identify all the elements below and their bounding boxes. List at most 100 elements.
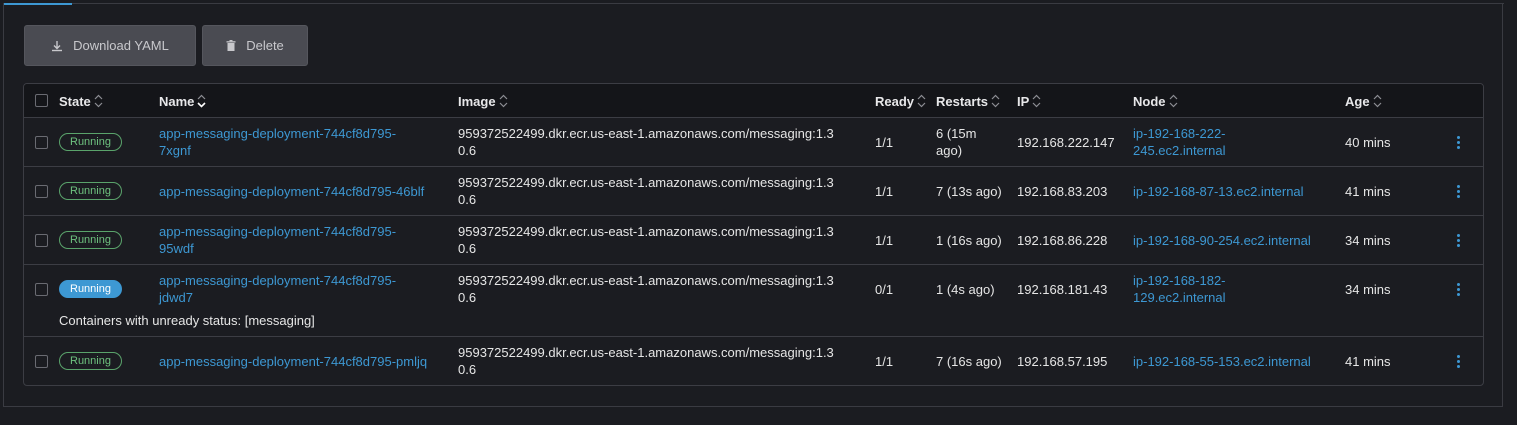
ready-cell: 0/1 <box>875 282 894 297</box>
download-yaml-button[interactable]: Download YAML <box>24 25 196 66</box>
column-age-label: Age <box>1345 93 1370 109</box>
table-row[interactable]: Running app-messaging-deployment-744cf8d… <box>24 167 1483 216</box>
ip-cell: 192.168.86.228 <box>1017 233 1108 248</box>
download-icon <box>51 40 63 52</box>
sort-icon <box>499 94 508 108</box>
table-row[interactable]: Running app-messaging-deployment-744cf8d… <box>24 118 1483 167</box>
kebab-menu-icon[interactable] <box>1457 185 1461 200</box>
kebab-menu-icon[interactable] <box>1457 283 1461 298</box>
active-tab-indicator[interactable] <box>4 3 72 5</box>
ip-cell: 192.168.57.195 <box>1017 354 1108 369</box>
column-header-image[interactable]: Image <box>458 84 508 118</box>
ip-cell: 192.168.222.147 <box>1017 135 1115 150</box>
pod-name-link[interactable]: app-messaging-deployment-744cf8d795- jdwd… <box>159 272 396 306</box>
ready-cell: 1/1 <box>875 184 894 199</box>
column-header-node[interactable]: Node <box>1133 84 1178 118</box>
column-header-restarts[interactable]: Restarts <box>936 84 1000 118</box>
row-checkbox[interactable] <box>35 283 48 296</box>
row-checkbox[interactable] <box>35 355 48 368</box>
image-cell: 959372522499.dkr.ecr.us-east-1.amazonaws… <box>458 272 834 306</box>
table-row[interactable]: Running app-messaging-deployment-744cf8d… <box>24 216 1483 265</box>
status-badge: Running <box>59 280 122 298</box>
table-header: State Name Image Ready Restarts IP Node … <box>24 84 1483 118</box>
pod-name-line-1: app-messaging-deployment-744cf8d795-pmlj… <box>159 354 428 369</box>
kebab-menu-icon[interactable] <box>1457 234 1461 249</box>
sort-desc-icon <box>197 94 206 108</box>
restarts-line-2: ago) <box>936 143 963 158</box>
image-line-1: 959372522499.dkr.ecr.us-east-1.amazonaws… <box>458 273 834 288</box>
image-line-1: 959372522499.dkr.ecr.us-east-1.amazonaws… <box>458 345 834 360</box>
sort-icon <box>94 94 103 108</box>
select-all-checkbox[interactable] <box>35 94 48 107</box>
ready-cell: 1/1 <box>875 354 894 369</box>
column-header-ip[interactable]: IP <box>1017 84 1041 118</box>
table-row[interactable]: Running app-messaging-deployment-744cf8d… <box>24 337 1483 385</box>
pod-name-link[interactable]: app-messaging-deployment-744cf8d795-pmlj… <box>159 353 427 370</box>
age-cell: 34 mins <box>1345 233 1391 248</box>
column-name-label: Name <box>159 93 195 109</box>
node-link[interactable]: ip-192-168-222- 245.ec2.internal <box>1133 125 1226 159</box>
kebab-menu-icon[interactable] <box>1457 355 1461 370</box>
image-line-2: 0.6 <box>458 143 477 158</box>
pod-name-link[interactable]: app-messaging-deployment-744cf8d795- 7xgn… <box>159 125 396 159</box>
sort-icon <box>991 94 1000 108</box>
pod-name-line-1: app-messaging-deployment-744cf8d795- <box>159 224 397 239</box>
pod-name-line-2: jdwd7 <box>159 290 193 305</box>
ip-cell: 192.168.83.203 <box>1017 184 1108 199</box>
sort-icon <box>1169 94 1178 108</box>
column-image-label: Image <box>458 93 496 109</box>
node-link[interactable]: ip-192-168-182- 129.ec2.internal <box>1133 272 1226 306</box>
restarts-cell: 7 (13s ago) <box>936 184 1002 199</box>
status-badge: Running <box>59 231 122 249</box>
node-link[interactable]: ip-192-168-90-254.ec2.internal <box>1133 232 1311 249</box>
image-line-2: 0.6 <box>458 241 477 256</box>
image-cell: 959372522499.dkr.ecr.us-east-1.amazonaws… <box>458 174 834 208</box>
column-header-state[interactable]: State <box>59 84 103 118</box>
sort-icon <box>1373 94 1382 108</box>
column-state-label: State <box>59 93 91 109</box>
delete-button[interactable]: Delete <box>202 25 308 66</box>
pod-name-link[interactable]: app-messaging-deployment-744cf8d795-46bl… <box>159 183 424 200</box>
node-line-2: 245.ec2.internal <box>1133 143 1226 158</box>
pod-name-link[interactable]: app-messaging-deployment-744cf8d795- 95wd… <box>159 223 396 257</box>
image-line-1: 959372522499.dkr.ecr.us-east-1.amazonaws… <box>458 175 834 190</box>
image-line-2: 0.6 <box>458 362 477 377</box>
column-ip-label: IP <box>1017 93 1030 109</box>
row-checkbox[interactable] <box>35 185 48 198</box>
sort-icon <box>1032 94 1041 108</box>
age-cell: 41 mins <box>1345 354 1391 369</box>
image-line-2: 0.6 <box>458 290 477 305</box>
pod-name-line-2: 95wdf <box>159 241 194 256</box>
pods-panel: Download YAML Delete State Name Image Re… <box>3 3 1504 407</box>
restarts-cell: 1 (16s ago) <box>936 233 1002 248</box>
column-header-age[interactable]: Age <box>1345 84 1382 118</box>
node-line-1: ip-192-168-182- <box>1133 273 1226 288</box>
row-checkbox[interactable] <box>35 136 48 149</box>
column-header-ready[interactable]: Ready <box>875 84 926 118</box>
node-link[interactable]: ip-192-168-55-153.ec2.internal <box>1133 353 1311 370</box>
status-badge: Running <box>59 182 122 200</box>
restarts-line-1: 6 (15m <box>936 126 977 141</box>
image-cell: 959372522499.dkr.ecr.us-east-1.amazonaws… <box>458 125 834 159</box>
pod-name-line-1: app-messaging-deployment-744cf8d795- <box>159 126 397 141</box>
image-line-1: 959372522499.dkr.ecr.us-east-1.amazonaws… <box>458 224 834 239</box>
row-checkbox[interactable] <box>35 234 48 247</box>
status-badge: Running <box>59 352 122 370</box>
node-line-2: 129.ec2.internal <box>1133 290 1226 305</box>
age-cell: 40 mins <box>1345 135 1391 150</box>
restarts-cell: 7 (16s ago) <box>936 354 1002 369</box>
sort-icon <box>917 94 926 108</box>
column-header-name[interactable]: Name <box>159 84 206 118</box>
ready-cell: 1/1 <box>875 233 894 248</box>
unready-status-note: Containers with unready status: [messagi… <box>59 313 315 328</box>
ready-cell: 1/1 <box>875 135 894 150</box>
restarts-cell: 1 (4s ago) <box>936 282 995 297</box>
table-row[interactable]: Running app-messaging-deployment-744cf8d… <box>24 265 1483 337</box>
restarts-cell: 6 (15m ago) <box>936 125 976 159</box>
pods-table: State Name Image Ready Restarts IP Node … <box>23 83 1484 386</box>
ip-cell: 192.168.181.43 <box>1017 282 1108 297</box>
image-line-2: 0.6 <box>458 192 477 207</box>
image-line-1: 959372522499.dkr.ecr.us-east-1.amazonaws… <box>458 126 834 141</box>
kebab-menu-icon[interactable] <box>1457 136 1461 151</box>
node-link[interactable]: ip-192-168-87-13.ec2.internal <box>1133 183 1304 200</box>
